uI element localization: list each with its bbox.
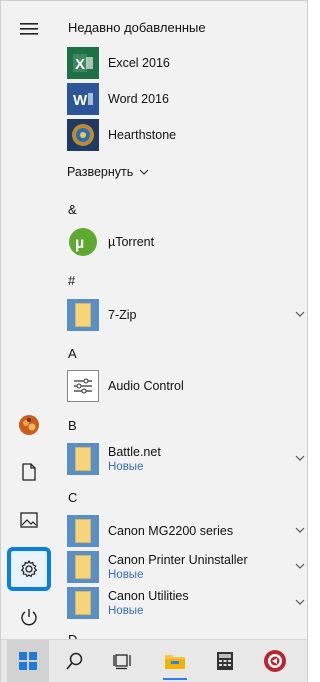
recently-added-heading: Недавно добавленные bbox=[68, 20, 206, 35]
chevron-down-icon bbox=[295, 599, 305, 605]
task-view-icon bbox=[113, 654, 131, 670]
task-view-button[interactable] bbox=[103, 640, 143, 682]
app-item-label: Canon MG2200 series bbox=[108, 523, 234, 538]
app-item-canon-utilities[interactable]: Canon Utilities Новые bbox=[67, 586, 305, 620]
group-letter-b[interactable]: B bbox=[68, 418, 77, 433]
word-icon: W bbox=[67, 83, 99, 115]
hamburger-icon bbox=[20, 23, 38, 35]
app-item-label: Hearthstone bbox=[108, 127, 177, 142]
group-letter-amp[interactable]: & bbox=[68, 202, 77, 217]
document-icon bbox=[22, 463, 36, 481]
app-item-label: µTorrent bbox=[108, 234, 155, 249]
chevron-down-icon bbox=[139, 169, 149, 175]
pictures-icon bbox=[20, 512, 38, 528]
utorrent-icon: µ bbox=[67, 226, 99, 258]
documents-button[interactable] bbox=[9, 452, 49, 492]
svg-text:X: X bbox=[75, 56, 85, 73]
svg-text:W: W bbox=[73, 92, 88, 109]
app-item-canon-printer-uninstaller[interactable]: Canon Printer Uninstaller Новые bbox=[67, 550, 305, 584]
group-letter-hash[interactable]: # bbox=[68, 273, 75, 288]
app-item-label: Audio Control bbox=[108, 378, 184, 393]
svg-text:µ: µ bbox=[75, 235, 84, 252]
app-item-utorrent[interactable]: µ µTorrent bbox=[67, 225, 305, 259]
pictures-button[interactable] bbox=[9, 500, 49, 540]
menu-toggle-button[interactable] bbox=[9, 9, 49, 49]
app-item-label: 7-Zip bbox=[108, 307, 137, 322]
chevron-down-icon bbox=[295, 311, 305, 317]
folder-icon bbox=[67, 299, 99, 331]
app-item-hearthstone[interactable]: Hearthstone bbox=[67, 118, 305, 152]
calculator-button[interactable] bbox=[205, 640, 245, 682]
folder-icon bbox=[67, 515, 99, 547]
audio-control-icon bbox=[67, 370, 99, 402]
app-item-label: Canon Utilities bbox=[108, 588, 189, 603]
start-button[interactable] bbox=[7, 640, 49, 682]
app-item-7zip[interactable]: 7-Zip bbox=[67, 298, 305, 332]
new-badge: Новые bbox=[108, 460, 144, 473]
windows-start-icon bbox=[19, 652, 37, 670]
settings-button[interactable] bbox=[7, 547, 51, 591]
app-list: Недавно добавленные X Excel 2016 W Word … bbox=[57, 1, 307, 639]
folder-icon bbox=[67, 551, 99, 583]
folder-icon bbox=[67, 587, 99, 619]
app-item-canon-mg2200[interactable]: Canon MG2200 series bbox=[67, 514, 305, 548]
app-item-label: Battle.net bbox=[108, 444, 161, 459]
app-item-battlenet[interactable]: Battle.net Новые bbox=[67, 442, 305, 476]
expand-label: Развернуть bbox=[67, 165, 134, 179]
hearthstone-icon bbox=[67, 119, 99, 151]
search-button[interactable] bbox=[55, 640, 95, 682]
chevron-down-icon bbox=[295, 563, 305, 569]
app-item-label: Excel 2016 bbox=[108, 55, 170, 70]
group-letter-c[interactable]: C bbox=[68, 490, 77, 505]
taskbar bbox=[1, 639, 307, 682]
file-explorer-icon bbox=[165, 655, 185, 669]
account-button[interactable] bbox=[9, 405, 49, 445]
start-menu: Недавно добавленные X Excel 2016 W Word … bbox=[0, 0, 308, 682]
power-icon bbox=[21, 609, 37, 626]
expand-button[interactable]: Развернуть bbox=[67, 165, 149, 179]
app-item-word[interactable]: W Word 2016 bbox=[67, 82, 305, 116]
excel-icon: X bbox=[67, 47, 99, 79]
app-item-excel[interactable]: X Excel 2016 bbox=[67, 46, 305, 80]
app-item-audio-control[interactable]: Audio Control bbox=[67, 369, 305, 403]
group-letter-d[interactable]: D bbox=[68, 632, 77, 639]
new-badge: Новые bbox=[108, 568, 144, 581]
new-badge: Новые bbox=[108, 604, 144, 617]
settings-icon bbox=[20, 559, 38, 578]
power-button[interactable] bbox=[9, 597, 49, 637]
group-letter-a[interactable]: A bbox=[68, 346, 77, 361]
avatar bbox=[19, 415, 39, 435]
folder-icon bbox=[67, 443, 99, 475]
search-icon bbox=[66, 652, 83, 670]
chevron-down-icon bbox=[295, 455, 305, 461]
left-rail bbox=[1, 1, 57, 639]
media-app-icon bbox=[264, 650, 286, 672]
app-item-label: Canon Printer Uninstaller bbox=[108, 552, 248, 567]
calculator-icon bbox=[217, 652, 233, 670]
app-item-label: Word 2016 bbox=[108, 91, 169, 106]
file-explorer-button[interactable] bbox=[155, 640, 195, 682]
media-app-button[interactable] bbox=[255, 640, 295, 682]
chevron-down-icon bbox=[295, 527, 305, 533]
